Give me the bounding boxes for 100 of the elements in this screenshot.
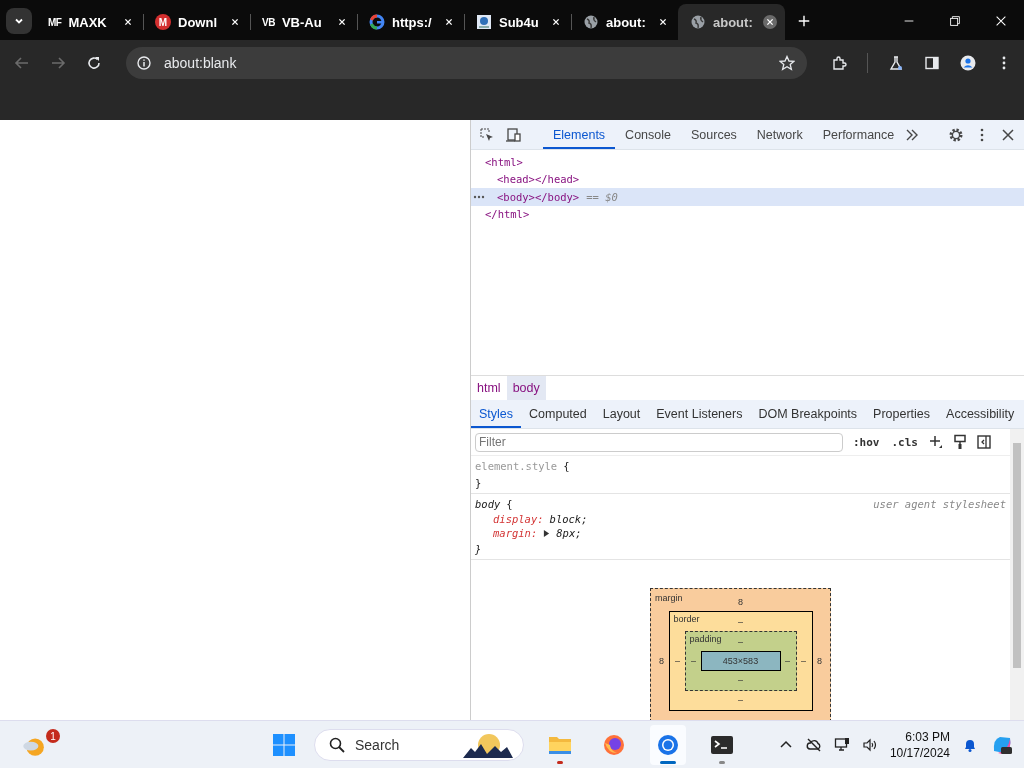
breadcrumb[interactable]: body [506, 376, 546, 400]
css-selector: element.style [475, 459, 558, 472]
devtools-tab[interactable]: Console [615, 120, 681, 149]
browser-tab[interactable]: M Downl [143, 4, 250, 40]
clock-date[interactable]: 10/17/2024 [889, 744, 950, 761]
border-value: – [738, 616, 743, 629]
css-property[interactable]: margin: [493, 527, 538, 539]
tab-title: Downl [178, 14, 218, 30]
settings-icon[interactable] [948, 126, 964, 143]
side-panel-icon[interactable] [924, 55, 940, 71]
styles-pane-tab[interactable]: Accessibility [938, 400, 1023, 428]
address-bar[interactable]: about:blank [126, 47, 807, 79]
info-icon[interactable] [136, 55, 152, 71]
browser-tab[interactable]: VB VB-Au [250, 4, 357, 40]
clock-time[interactable]: 6:03 PM [905, 728, 950, 745]
styles-pane-tab[interactable]: Event Listeners [648, 400, 751, 428]
tab-title: https:/ [392, 14, 433, 30]
tab-list-button[interactable] [6, 8, 32, 34]
network-icon[interactable] [833, 736, 850, 753]
brace: } [475, 542, 482, 555]
box-label: padding [689, 634, 722, 644]
sidebar-icon[interactable] [976, 434, 992, 450]
tab-title: Sub4u [499, 14, 540, 30]
browser-tab[interactable]: about: [571, 4, 678, 40]
firefox-icon [602, 732, 626, 757]
brace: } [475, 476, 482, 489]
stylesheet-source: user agent stylesheet [873, 497, 1006, 510]
dom-node[interactable]: <body></body> [497, 190, 580, 203]
search-icon [329, 736, 345, 753]
devtools-tab[interactable]: Sources [681, 120, 747, 149]
tab-title: about: [606, 14, 647, 30]
expand-icon[interactable] [543, 529, 551, 537]
browser-tab[interactable]: https:/ [357, 4, 464, 40]
browser-tab[interactable]: MF MAXK [36, 4, 143, 40]
dom-node[interactable]: <html> [485, 155, 523, 168]
styles-pane-tab[interactable]: Styles [471, 400, 522, 428]
brace: { [506, 497, 513, 510]
tab-title: about: [713, 14, 754, 30]
close-icon[interactable] [1000, 126, 1016, 143]
notification-badge: 1 [46, 729, 60, 743]
dom-node[interactable]: <head></head> [497, 173, 580, 186]
border-value: – [674, 656, 681, 666]
padding-value: – [690, 656, 697, 666]
chrome-icon [656, 732, 680, 757]
padding-value: – [784, 656, 791, 666]
border-value: – [800, 656, 807, 666]
filter-field[interactable]: Filter [475, 432, 843, 452]
css-value[interactable]: block; [549, 513, 588, 525]
more-icon[interactable] [473, 194, 485, 199]
favicon-icon: M [155, 14, 171, 30]
volume-icon[interactable] [861, 736, 878, 753]
device-icon[interactable] [505, 126, 521, 143]
flask-icon[interactable] [888, 55, 904, 71]
box-label: border [673, 614, 700, 624]
paint-roller-icon[interactable] [952, 434, 968, 450]
plus-icon[interactable] [928, 434, 944, 450]
tab-title: VB-Au [281, 14, 323, 30]
devtools-tab[interactable]: Performance [812, 120, 905, 149]
restore-icon[interactable] [948, 14, 962, 28]
start-icon[interactable] [272, 732, 296, 757]
css-selector: body [475, 497, 501, 510]
star-icon[interactable] [779, 55, 795, 71]
margin-value: 8 [816, 656, 823, 666]
browser-tab[interactable]: Sub4u [464, 4, 571, 40]
padding-value: – [738, 674, 743, 687]
puzzle-icon[interactable] [831, 55, 847, 71]
brace: { [563, 459, 570, 472]
favicon-icon: MF [48, 16, 62, 28]
dom-node[interactable]: </html> [485, 208, 530, 221]
margin-value: 8 [738, 596, 743, 609]
css-value[interactable]: 8px; [556, 527, 582, 539]
taskbar-app-button[interactable] [650, 724, 686, 765]
styles-pane-tab[interactable]: Computed [521, 400, 595, 428]
new-tab-icon[interactable] [797, 14, 811, 28]
box-label: margin [655, 593, 683, 603]
styles-pane-tab[interactable]: Layout [594, 400, 649, 428]
content-size: 453×583 [700, 651, 781, 671]
profile-icon[interactable] [960, 55, 976, 71]
cloud-offline-icon[interactable] [805, 736, 822, 753]
css-property[interactable]: display: [493, 513, 544, 525]
close-icon[interactable] [994, 14, 1008, 28]
tab-title: MAXK [68, 14, 108, 30]
close-icon[interactable] [763, 15, 777, 29]
search-box[interactable]: Search [314, 728, 524, 761]
favicon-icon: VB [262, 16, 275, 28]
devtools-tab[interactable]: Network [746, 120, 813, 149]
inspect-icon[interactable] [479, 126, 495, 143]
margin-value: 8 [658, 656, 665, 666]
scrollbar[interactable] [1010, 429, 1024, 720]
devtools-tab[interactable]: Elements [543, 120, 616, 149]
border-value: – [738, 694, 743, 707]
hover-state-button[interactable]: :hov [851, 435, 882, 449]
search-placeholder: Search [355, 736, 401, 753]
styles-pane-tab[interactable]: DOM Breakpoints [750, 400, 866, 428]
class-button[interactable]: .cls [889, 435, 920, 449]
padding-value: – [738, 636, 743, 649]
styles-pane-tab[interactable]: Properties [865, 400, 939, 428]
browser-tab[interactable]: about: [678, 4, 785, 40]
node-reference: == $0 [586, 190, 618, 203]
reload-icon[interactable] [86, 55, 102, 71]
